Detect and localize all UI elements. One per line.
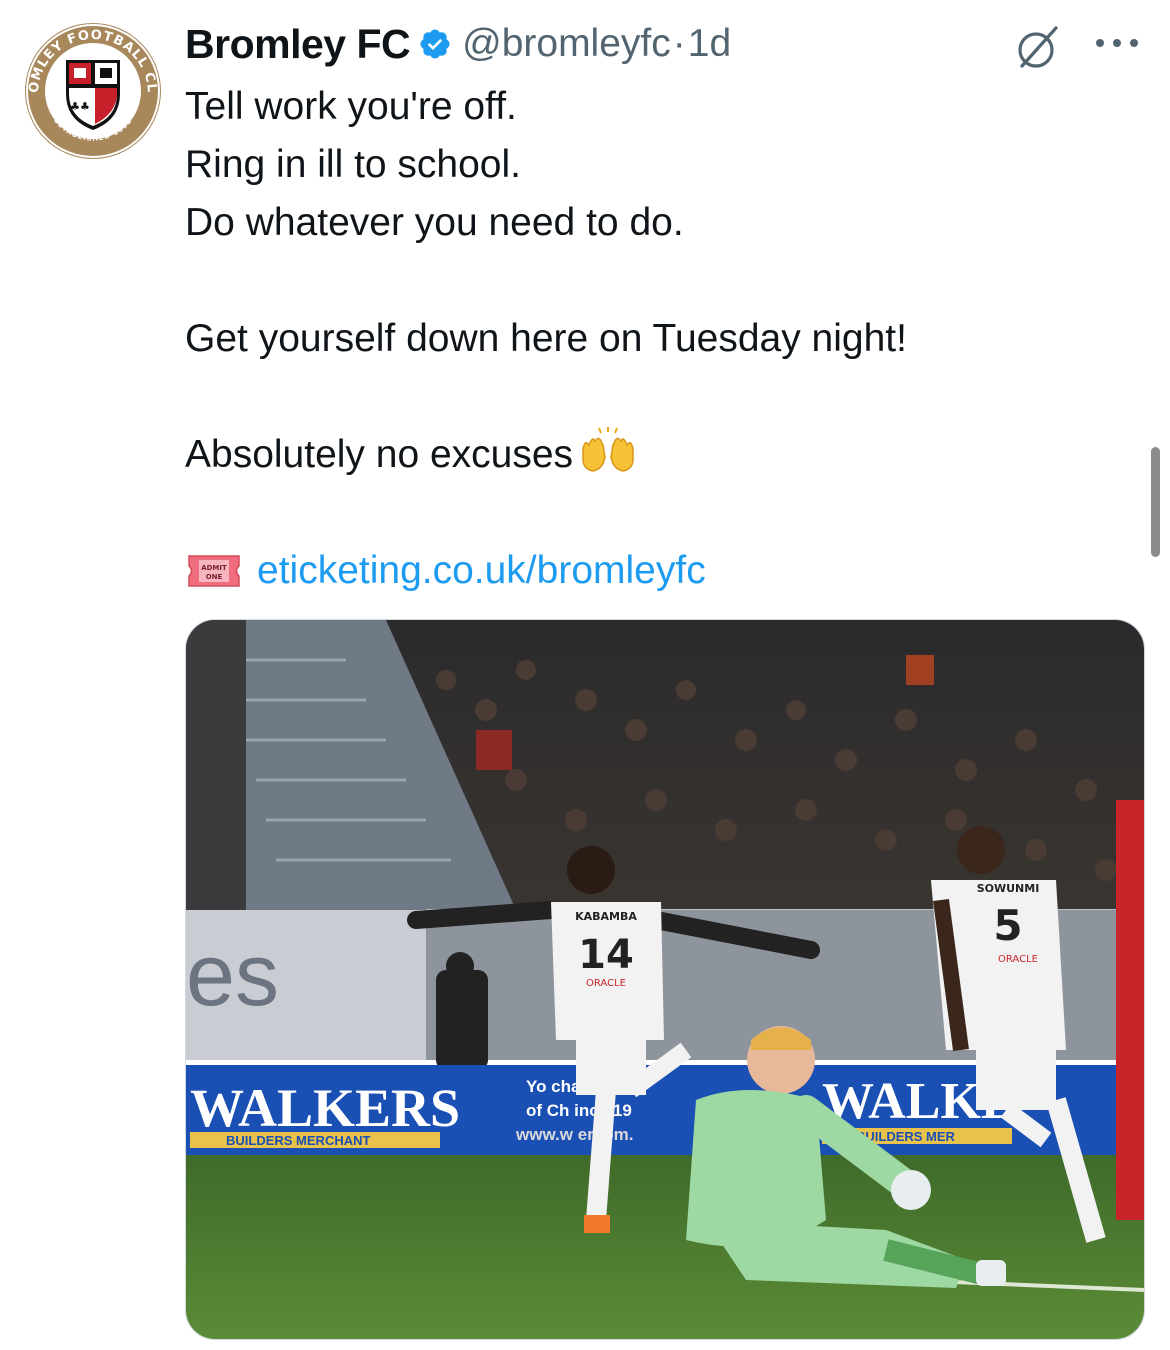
admission-ticket-icon: ADMIT ONE [188,555,240,587]
header-separator: · [672,22,686,65]
board-text-left: WALKERS [190,1078,460,1138]
svg-text:ADMIT: ADMIT [201,564,227,572]
club-crest-icon: BROMLEY FOOTBALL CLUB ESTABLISHED 1892 ♣… [18,11,161,159]
verified-badge-icon[interactable] [418,27,452,61]
avatar[interactable]: BROMLEY FOOTBALL CLUB ESTABLISHED 1892 ♣… [18,11,162,160]
author-handle[interactable]: @bromleyfc [462,22,671,66]
player2-number: 5 [993,901,1022,950]
svg-text:ONE: ONE [206,573,223,581]
timestamp[interactable]: 1d [688,22,731,66]
tweet-photo[interactable]: es WALKERS BUILDERS MERCHANT Yo chant of… [185,619,1145,1340]
tweet-line: Absolutely no excuses [185,433,574,476]
board-mid-line2: of Ch ince 19 [526,1101,632,1120]
board-sub-left: BUILDERS MERCHANT [226,1133,371,1148]
player2-sponsor: ORACLE [998,954,1038,965]
tweet-line: Ring in ill to school. [185,143,521,186]
author-display-name[interactable]: Bromley FC [185,21,411,68]
tweet[interactable]: BROMLEY FOOTBALL CLUB ESTABLISHED 1892 ♣… [0,0,1170,1350]
tweet-line: Get yourself down here on Tuesday night! [185,317,907,360]
link-row: ADMIT ONE eticketing.co.uk/bromleyfc [185,542,1125,600]
tweet-text: Tell work you're off. Ring in ill to sch… [185,78,1125,600]
player1-name: KABAMBA [575,910,637,923]
grok-icon[interactable] [1012,22,1064,74]
tweet-line: Tell work you're off. [185,85,517,128]
svg-text:♣♣: ♣♣ [70,100,90,113]
tweet-line: Do whatever you need to do. [185,201,684,244]
ticket-link[interactable]: eticketing.co.uk/bromleyfc [257,542,706,600]
player1-sponsor: ORACLE [586,978,626,989]
player2-name: SOWUNMI [977,882,1040,895]
board-mid-line3: www.w ersbm. [515,1125,633,1144]
football-celebration-photo: es WALKERS BUILDERS MERCHANT Yo chant of… [186,620,1144,1339]
more-options-icon[interactable] [1094,36,1140,50]
tweet-header: Bromley FC @bromleyfc · 1d [185,14,731,74]
raising-hands-emoji-icon [582,427,634,472]
tweet-line-with-emoji: Absolutely no excuses [185,426,1125,484]
wall-text: es [186,925,279,1024]
player1-number: 14 [578,932,634,978]
scrollbar[interactable] [1151,447,1160,557]
